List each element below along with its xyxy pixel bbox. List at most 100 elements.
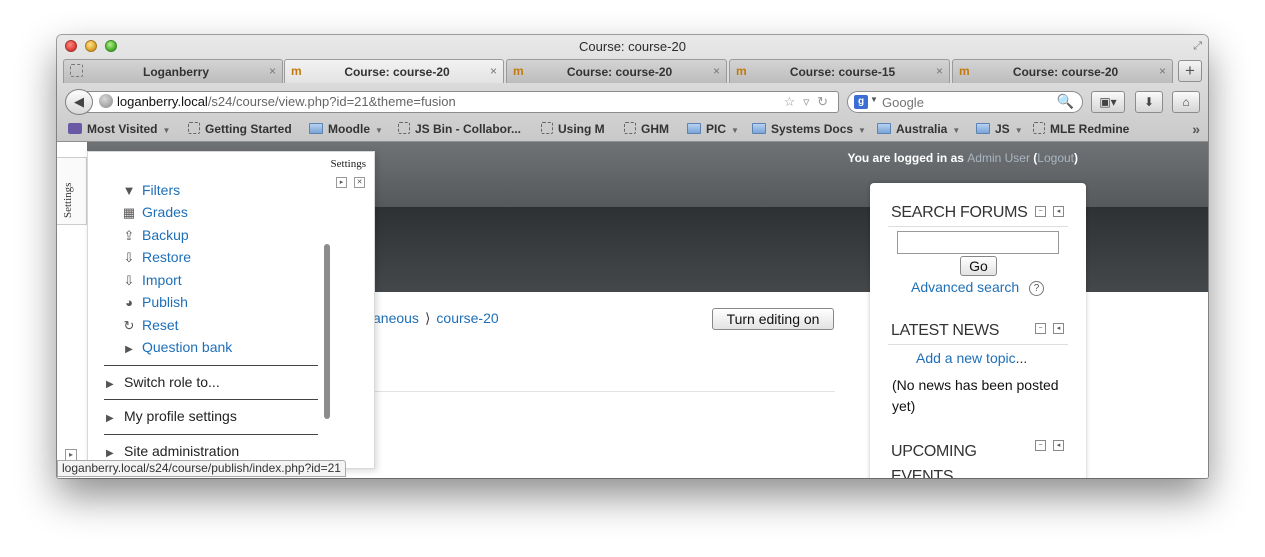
- fullscreen-icon[interactable]: ⤢: [1193, 40, 1202, 53]
- breadcrumb: aneous ⟩ course-20: [373, 310, 499, 327]
- collapse-icon[interactable]: −: [1035, 206, 1046, 217]
- collapse-icon[interactable]: −: [1035, 440, 1046, 451]
- bookmark-label: Systems Docs: [771, 122, 854, 136]
- bookmark-js[interactable]: JS ▼: [976, 122, 1023, 136]
- expand-icon: ▶: [106, 379, 114, 390]
- bookmark-star-icon[interactable]: ☆: [784, 94, 798, 109]
- search-bar[interactable]: g ▼ 🔍: [847, 91, 1083, 113]
- url-bar[interactable]: loganberry.local/s24/course/view.php?id=…: [87, 91, 839, 113]
- home-button[interactable]: ⌂: [1172, 91, 1200, 113]
- back-button[interactable]: ◀: [65, 89, 93, 115]
- settings-item-import[interactable]: ⇩ Import: [121, 272, 182, 289]
- page-icon: [188, 122, 200, 134]
- close-icon[interactable]: ×: [713, 64, 720, 78]
- reload-icon[interactable]: ↻: [817, 94, 830, 109]
- bookmark-label: Moodle: [328, 122, 370, 136]
- settings-item-filters[interactable]: ▼ Filters: [121, 182, 181, 198]
- bookmark-most-visited[interactable]: Most Visited ▼: [68, 122, 170, 136]
- settings-item-backup[interactable]: ⇪ Backup: [121, 227, 189, 244]
- google-engine-icon[interactable]: g: [854, 95, 868, 109]
- tab-course-20-active[interactable]: m Course: course-20 ×: [284, 59, 504, 83]
- settings-item-grades[interactable]: ▦ Grades: [121, 204, 188, 221]
- settings-item-publish[interactable]: ◕ Publish: [121, 294, 188, 310]
- help-icon[interactable]: ?: [1029, 281, 1044, 296]
- bookmark-label: Most Visited: [87, 122, 158, 136]
- bookmark-label: JS: [995, 122, 1010, 136]
- dock-icon[interactable]: ◂: [1053, 323, 1064, 334]
- expand-icon: ▶: [106, 448, 114, 459]
- user-profile-link[interactable]: Admin User: [967, 151, 1030, 165]
- collapse-icon[interactable]: −: [1035, 323, 1046, 334]
- bookmark-getting-started[interactable]: Getting Started: [188, 122, 292, 136]
- history-dropdown-icon[interactable]: ▿: [803, 94, 812, 109]
- download-icon: ⬇: [1143, 95, 1155, 109]
- close-icon[interactable]: ×: [1159, 64, 1166, 78]
- reset-icon: ↻: [123, 318, 135, 333]
- page-icon: [398, 122, 410, 134]
- bookmark-label: Using M: [558, 122, 605, 136]
- settings-dock-tab[interactable]: Settings: [57, 157, 87, 225]
- bookmark-label: PIC: [706, 122, 727, 136]
- search-forums-title: SEARCH FORUMS: [891, 204, 1028, 221]
- dock-icon[interactable]: ▸: [336, 177, 347, 188]
- smart-folder-icon: [68, 123, 82, 134]
- bookmark-label: Australia: [896, 122, 948, 136]
- addon-button[interactable]: ▣▾: [1091, 91, 1125, 113]
- more-bookmarks-icon[interactable]: »: [1192, 121, 1200, 137]
- settings-section-profile[interactable]: ▶ My profile settings: [104, 399, 318, 424]
- bookmark-pic[interactable]: PIC ▼: [687, 122, 739, 136]
- turn-editing-on-button[interactable]: Turn editing on: [712, 308, 834, 330]
- go-button[interactable]: Go: [960, 256, 997, 276]
- search-input[interactable]: [882, 94, 1052, 110]
- close-icon[interactable]: ×: [269, 64, 276, 78]
- tab-course-20-last[interactable]: m Course: course-20 ×: [952, 59, 1173, 83]
- forum-search-input[interactable]: [897, 231, 1059, 254]
- close-icon[interactable]: ×: [936, 64, 943, 78]
- settings-item-reset[interactable]: ↻ Reset: [121, 317, 179, 334]
- settings-scrollbar[interactable]: [324, 244, 330, 419]
- chevron-down-icon: ▼: [375, 126, 383, 135]
- settings-section-switch-role[interactable]: ▶ Switch role to...: [104, 365, 318, 390]
- divider: [373, 391, 835, 392]
- breadcrumb-category[interactable]: aneous: [373, 310, 419, 326]
- settings-section-site-admin[interactable]: ▶ Site administration: [104, 434, 318, 459]
- add-topic-link[interactable]: Add a new topic...: [916, 350, 1027, 366]
- tab-course-15[interactable]: m Course: course-15 ×: [729, 59, 950, 83]
- close-icon[interactable]: ✕: [354, 177, 365, 188]
- tab-course-20[interactable]: m Course: course-20 ×: [506, 59, 727, 83]
- publish-icon: ◕: [125, 295, 133, 310]
- settings-dock-label: Settings: [62, 182, 74, 218]
- settings-item-restore[interactable]: ⇩ Restore: [121, 249, 191, 266]
- logout-link[interactable]: Logout: [1037, 151, 1074, 165]
- chevron-down-icon: ▼: [1014, 126, 1023, 135]
- site-identity-icon[interactable]: [99, 94, 113, 108]
- bookmark-australia[interactable]: Australia ▼: [877, 122, 960, 136]
- expand-icon: ▶: [125, 344, 133, 355]
- grades-icon: ▦: [122, 205, 136, 220]
- search-icon[interactable]: 🔍: [1057, 93, 1074, 110]
- advanced-search-link[interactable]: Advanced search: [911, 279, 1019, 295]
- new-tab-button[interactable]: +: [1178, 60, 1202, 82]
- browser-window: Course: course-20 ⤢ Loganberry × m Cours…: [57, 35, 1208, 478]
- bookmark-ghm[interactable]: GHM: [624, 122, 669, 136]
- downloads-button[interactable]: ⬇: [1135, 91, 1163, 113]
- engine-dropdown-icon[interactable]: ▼: [870, 95, 878, 104]
- title-bar: Course: course-20 ⤢: [57, 35, 1208, 57]
- back-arrow-icon: ◀: [74, 94, 84, 109]
- settings-panel: Settings ▸ ✕ ▼ Filters ▦ Grades ⇪ Backup ⇩ R…: [87, 151, 375, 469]
- bookmark-js-bin[interactable]: JS Bin - Collabor...: [398, 122, 521, 136]
- bookmark-systems-docs[interactable]: Systems Docs ▼: [752, 122, 866, 136]
- import-icon: ⇩: [123, 273, 135, 288]
- settings-item-question-bank[interactable]: ▶ Question bank: [121, 339, 232, 355]
- breadcrumb-current[interactable]: course-20: [436, 310, 498, 326]
- dock-icon[interactable]: ◂: [1053, 206, 1064, 217]
- bookmark-moodle[interactable]: Moodle ▼: [309, 122, 383, 136]
- bookmark-using-m[interactable]: Using M: [541, 122, 605, 136]
- bookmark-mle-redmine[interactable]: MLE Redmine: [1033, 122, 1129, 136]
- dock-icon[interactable]: ◂: [1053, 440, 1064, 451]
- bookmark-label: MLE Redmine: [1050, 122, 1130, 136]
- tab-loganberry[interactable]: Loganberry ×: [63, 59, 283, 83]
- moodle-icon: m: [513, 64, 524, 78]
- close-icon[interactable]: ×: [490, 64, 497, 78]
- url-host: loganberry.local: [117, 94, 208, 109]
